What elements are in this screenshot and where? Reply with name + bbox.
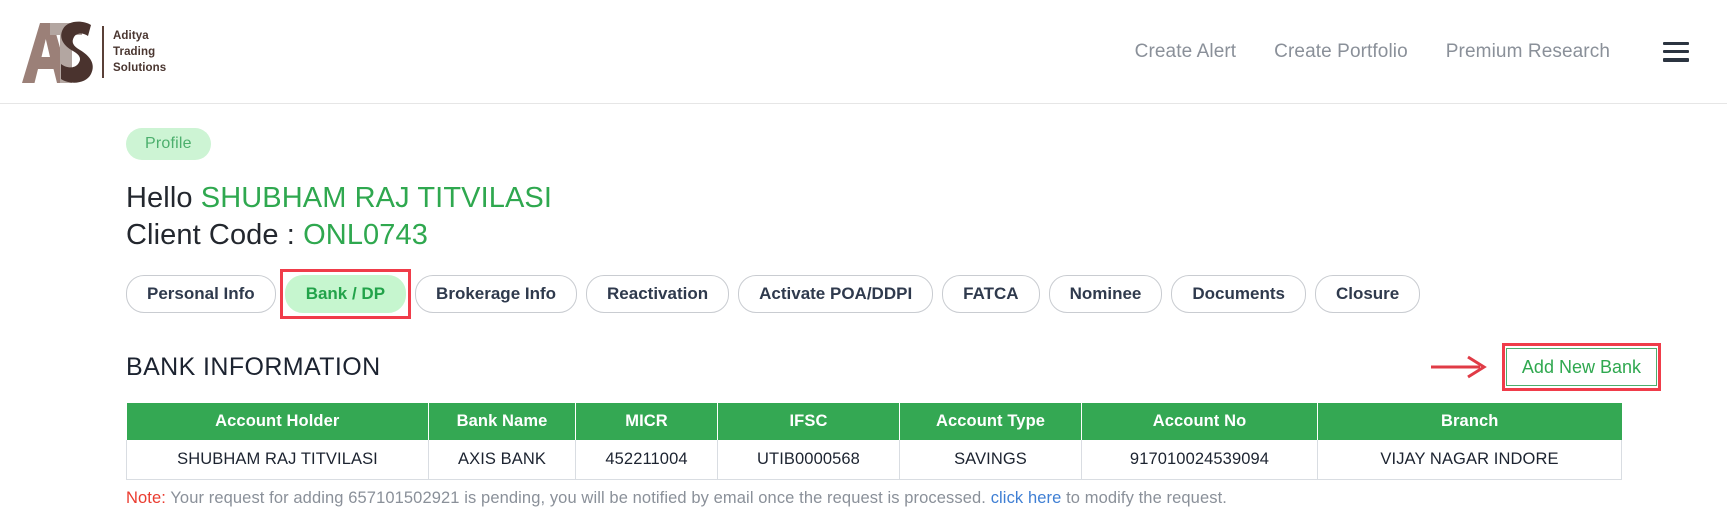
column-header-branch: Branch — [1317, 403, 1622, 440]
cell-bank-name: AXIS BANK — [428, 440, 576, 480]
tab-wrap-fatca: FATCA — [942, 275, 1040, 313]
tab-wrap-bank-dp: Bank / DP — [279, 269, 412, 319]
table-row: SHUBHAM RAJ TITVILASI AXIS BANK 45221100… — [126, 440, 1622, 480]
tab-personal-info[interactable]: Personal Info — [126, 275, 276, 313]
nav-link-create-alert[interactable]: Create Alert — [1116, 35, 1256, 69]
profile-badge: Profile — [126, 128, 211, 160]
tab-wrap-reactivation: Reactivation — [586, 275, 730, 313]
tab-wrap-documents: Documents — [1171, 275, 1306, 313]
column-header-bank-name: Bank Name — [428, 403, 576, 440]
brand-logo[interactable]: Aditya Trading Solutions — [18, 16, 166, 88]
column-header-account-type: Account Type — [899, 403, 1082, 440]
tab-reactivation[interactable]: Reactivation — [586, 275, 730, 313]
site-header: Aditya Trading Solutions Create Alert Cr… — [0, 0, 1727, 104]
section-title: BANK INFORMATION — [126, 352, 381, 381]
greeting-line: Hello SHUBHAM RAJ TITVILASI — [126, 180, 1657, 217]
hamburger-bar — [1663, 58, 1689, 62]
column-header-micr: MICR — [575, 403, 718, 440]
nav-link-create-portfolio[interactable]: Create Portfolio — [1255, 35, 1427, 69]
tab-wrap-activate-poa-ddpi: Activate POA/DDPI — [738, 275, 934, 313]
tab-bank-dp[interactable]: Bank / DP — [284, 275, 407, 313]
column-header-account-holder: Account Holder — [126, 403, 429, 440]
note-text-before-link: Your request for adding 657101502921 is … — [170, 489, 986, 507]
tab-wrap-nominee: Nominee — [1048, 275, 1163, 313]
cell-account-holder: SHUBHAM RAJ TITVILASI — [126, 440, 429, 480]
tab-activate-poa-ddpi[interactable]: Activate POA/DDPI — [738, 275, 934, 313]
tab-closure[interactable]: Closure — [1314, 275, 1421, 313]
page-body: Profile Hello SHUBHAM RAJ TITVILASI Clie… — [0, 104, 1727, 508]
client-code-value: ONL0743 — [303, 219, 428, 251]
greeting-prefix: Hello — [126, 182, 193, 214]
cell-account-type: SAVINGS — [899, 440, 1082, 480]
client-code-line: Client Code : ONL0743 — [126, 217, 1657, 253]
hamburger-bar — [1663, 49, 1689, 54]
ats-monogram-icon — [22, 21, 93, 83]
column-header-account-no: Account No — [1081, 403, 1318, 440]
tab-nominee[interactable]: Nominee — [1048, 275, 1163, 313]
note-label: Note: — [126, 489, 166, 507]
brand-line-3: Solutions — [113, 61, 167, 74]
header-nav: Create Alert Create Portfolio Premium Re… — [1116, 35, 1709, 69]
column-header-ifsc: IFSC — [717, 403, 900, 440]
note-text-after-link: to modify the request. — [1066, 489, 1227, 507]
tab-wrap-closure: Closure — [1314, 275, 1421, 313]
hamburger-menu-icon[interactable] — [1663, 41, 1689, 62]
cell-branch: VIJAY NAGAR INDORE — [1317, 440, 1622, 480]
cell-ifsc: UTIB0000568 — [717, 440, 900, 480]
table-header-row: Account Holder Bank Name MICR IFSC Accou… — [126, 403, 1622, 440]
brand-line-1: Aditya — [113, 29, 149, 42]
brand-wordmark: Aditya Trading Solutions — [102, 25, 167, 78]
add-new-bank-button[interactable]: Add New Bank — [1505, 348, 1657, 386]
profile-tabs: Personal Info Bank / DP Brokerage Info R… — [126, 269, 1657, 319]
user-name: SHUBHAM RAJ TITVILASI — [200, 182, 553, 214]
add-new-bank-wrap: Add New Bank — [1501, 343, 1662, 391]
tab-fatca[interactable]: FATCA — [942, 275, 1040, 313]
tab-wrap-brokerage-info: Brokerage Info — [415, 275, 578, 313]
hamburger-bar — [1663, 41, 1689, 45]
cell-account-no: 917010024539094 — [1081, 440, 1318, 480]
tab-documents[interactable]: Documents — [1171, 275, 1306, 313]
pending-request-note: Note: Your request for adding 6571015029… — [126, 489, 1657, 508]
cell-micr: 452211004 — [575, 440, 718, 480]
pointer-arrow-icon — [1430, 355, 1487, 379]
tab-wrap-personal-info: Personal Info — [126, 275, 276, 313]
section-header-row: BANK INFORMATION Add New Bank — [126, 343, 1662, 391]
nav-link-premium-research[interactable]: Premium Research — [1427, 35, 1629, 69]
tab-brokerage-info[interactable]: Brokerage Info — [415, 275, 578, 313]
table-body: SHUBHAM RAJ TITVILASI AXIS BANK 45221100… — [126, 440, 1622, 480]
brand-line-2: Trading — [113, 45, 156, 58]
note-click-here-link[interactable]: click here — [991, 489, 1062, 507]
bank-information-table: Account Holder Bank Name MICR IFSC Accou… — [126, 403, 1622, 480]
table-head: Account Holder Bank Name MICR IFSC Accou… — [126, 403, 1622, 440]
section-actions: Add New Bank — [1430, 343, 1662, 391]
client-code-label: Client Code : — [126, 219, 295, 251]
